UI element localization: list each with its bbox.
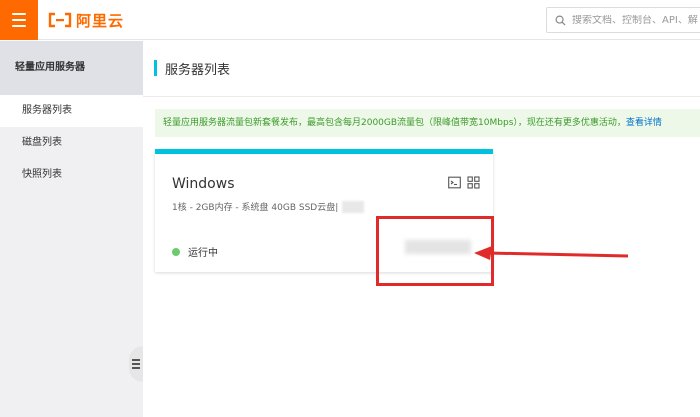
sidebar-title: 轻量应用服务器	[0, 41, 143, 95]
search-input[interactable]	[572, 14, 700, 26]
search-icon	[555, 15, 566, 26]
server-status: 运行中	[172, 244, 218, 259]
title-accent-bar	[154, 60, 157, 76]
annotation-arrow	[474, 246, 629, 260]
menu-icon[interactable]	[0, 0, 38, 40]
notice-link[interactable]: 查看详情	[626, 118, 662, 128]
terminal-icon[interactable]	[448, 176, 461, 189]
page-header: 服务器列表	[143, 41, 700, 97]
server-spec-text: 1核 - 2GB内存 - 系统盘 40GB SSD云盘|	[172, 203, 339, 213]
collapse-icon[interactable]	[129, 346, 143, 382]
server-name[interactable]: Windows	[172, 176, 235, 192]
logo-text: 阿里云	[76, 11, 125, 30]
top-bar: 阿里云	[0, 0, 700, 40]
sidebar: 轻量应用服务器 服务器列表 磁盘列表 快照列表	[0, 41, 143, 417]
notice-text: 轻量应用服务器流量包新套餐发布，最高包含每月2000GB流量包（限峰值带宽10M…	[163, 118, 626, 128]
redacted-text	[342, 200, 365, 213]
status-dot	[172, 247, 180, 256]
aliyun-logo-icon	[48, 12, 72, 28]
card-actions	[448, 176, 480, 189]
apps-grid-icon[interactable]	[467, 176, 480, 189]
aliyun-logo[interactable]: 阿里云	[48, 9, 124, 31]
status-label: 运行中	[188, 248, 218, 259]
search-box[interactable]	[546, 7, 700, 33]
sidebar-item-server-list[interactable]: 服务器列表	[0, 95, 143, 127]
sidebar-item-snapshot-list[interactable]: 快照列表	[0, 159, 143, 191]
sidebar-item-disk-list[interactable]: 磁盘列表	[0, 127, 143, 159]
page-title: 服务器列表	[165, 63, 231, 78]
notice-banner: 轻量应用服务器流量包新套餐发布，最高包含每月2000GB流量包（限峰值带宽10M…	[155, 109, 700, 137]
server-spec: 1核 - 2GB内存 - 系统盘 40GB SSD云盘|	[172, 200, 365, 213]
